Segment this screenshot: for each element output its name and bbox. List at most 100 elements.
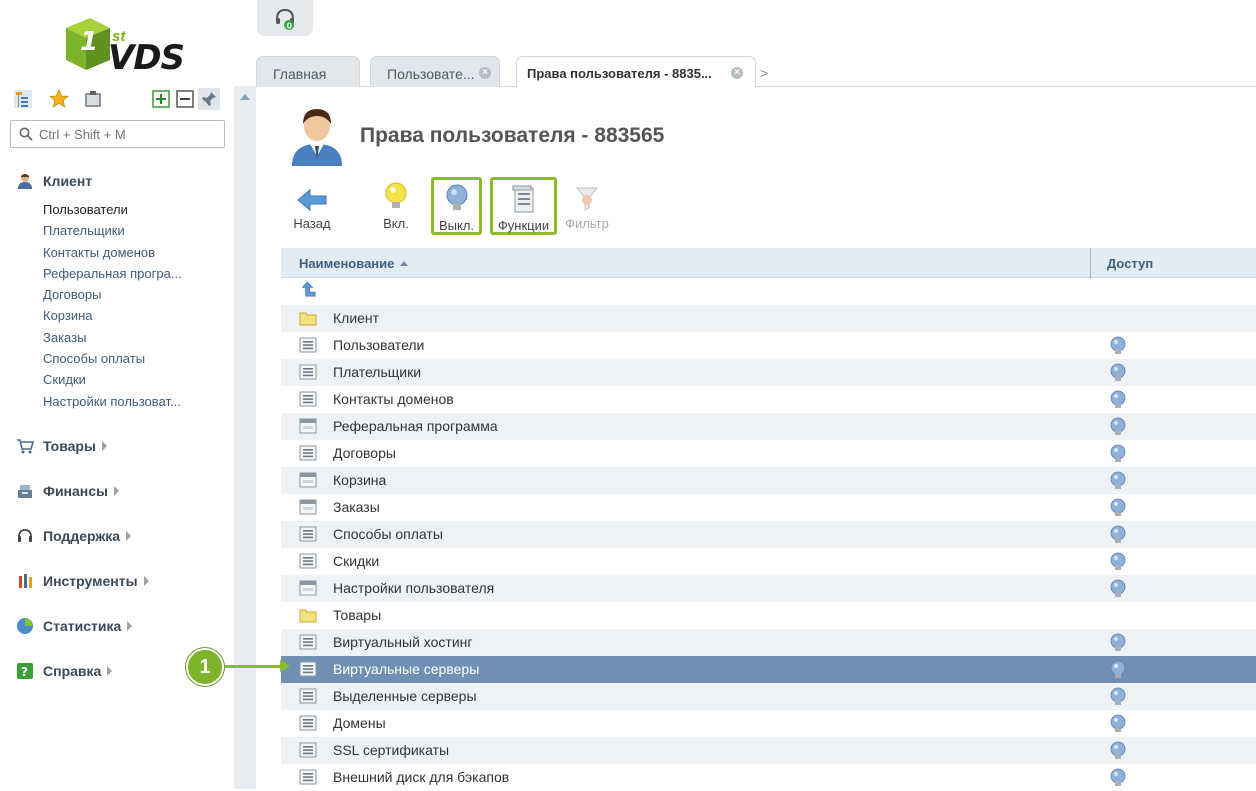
expand-all-icon[interactable] (150, 88, 172, 110)
support-button[interactable]: 0 (257, 0, 313, 36)
access-lightbulb-icon[interactable] (1109, 768, 1127, 788)
menu-search[interactable] (10, 120, 225, 148)
sort-asc-icon (400, 261, 409, 266)
user-avatar-icon (288, 104, 346, 166)
menu-section-client[interactable]: Клиент (16, 172, 92, 190)
table-row[interactable]: Плательщики (281, 359, 1256, 386)
sidebar-splitter[interactable] (234, 86, 256, 789)
table-row[interactable]: Клиент (281, 305, 1256, 332)
table-row[interactable]: Заказы (281, 494, 1256, 521)
access-lightbulb-icon[interactable] (1109, 660, 1127, 680)
collapse-all-icon[interactable] (174, 88, 196, 110)
access-lightbulb-icon[interactable] (1109, 444, 1127, 464)
tab-user-rights[interactable]: Права пользователя - 8835... × (516, 56, 756, 88)
tab-home[interactable]: Главная (256, 56, 360, 87)
rights-table: Наименование Доступ Клиент Пользователи Пл… (281, 248, 1256, 791)
table-row[interactable]: Способы оплаты (281, 521, 1256, 548)
table-row[interactable]: Домены (281, 710, 1256, 737)
table-row[interactable]: Контакты доменов (281, 386, 1256, 413)
table-row[interactable]: Договоры (281, 440, 1256, 467)
disable-button[interactable]: Выкл. (431, 177, 482, 235)
menu-item-referral[interactable]: Реферальная програ... (43, 266, 182, 281)
list-icon (299, 445, 317, 461)
access-lightbulb-icon[interactable] (1109, 417, 1127, 437)
callout-line (222, 665, 284, 668)
menu-section-tools[interactable]: Инструменты (16, 572, 149, 590)
access-lightbulb-icon[interactable] (1109, 471, 1127, 491)
menu-item-payment-methods[interactable]: Способы оплаты (43, 351, 145, 366)
table-row[interactable]: SSL сертификаты (281, 737, 1256, 764)
functions-button[interactable]: Функции (490, 177, 557, 235)
menu-section-support[interactable]: Поддержка (16, 527, 132, 545)
menu-item-orders[interactable]: Заказы (43, 330, 86, 345)
column-header-access[interactable]: Доступ (1107, 256, 1153, 271)
pin-icon[interactable] (198, 88, 220, 110)
row-name: Внешний диск для бэкапов (333, 769, 510, 785)
row-name: Товары (333, 607, 382, 623)
client-icon (16, 172, 34, 190)
menu-item-discounts[interactable]: Скидки (43, 372, 86, 387)
functions-list-icon (512, 185, 533, 213)
headset-icon: 0 (276, 8, 294, 31)
up-level-row[interactable] (281, 278, 1256, 305)
logo[interactable]: 1 st VDS (60, 12, 185, 78)
column-divider[interactable] (1090, 248, 1091, 278)
table-row[interactable]: Реферальная программа (281, 413, 1256, 440)
menu-item-payers[interactable]: Плательщики (43, 223, 125, 238)
access-lightbulb-icon[interactable] (1109, 741, 1127, 761)
table-row[interactable]: Корзина (281, 467, 1256, 494)
row-name: Реферальная программа (333, 418, 498, 434)
search-input[interactable] (39, 125, 219, 143)
close-icon[interactable]: × (479, 67, 491, 79)
svg-text:?: ? (21, 665, 28, 679)
table-row[interactable]: Внешний диск для бэкапов (281, 764, 1256, 791)
access-lightbulb-icon[interactable] (1109, 552, 1127, 572)
menu-item-users[interactable]: Пользователи (43, 202, 128, 217)
menu-section-finance[interactable]: Финансы (16, 482, 119, 500)
row-name: Способы оплаты (333, 526, 443, 542)
row-name: SSL сертификаты (333, 742, 450, 758)
access-lightbulb-icon[interactable] (1109, 363, 1127, 383)
favorites-star-icon[interactable] (48, 88, 70, 110)
table-row[interactable]: Товары (281, 602, 1256, 629)
menu-section-statistics[interactable]: Статистика (16, 617, 133, 635)
filter-button[interactable]: Фильтр (563, 178, 611, 236)
menu-section-help[interactable]: ? Справка (16, 662, 113, 680)
table-row[interactable]: Пользователи (281, 332, 1256, 359)
table-row[interactable]: Выделенные серверы (281, 683, 1256, 710)
row-name: Пользователи (333, 337, 425, 353)
table-row[interactable]: Виртуальный хостинг (281, 629, 1256, 656)
access-lightbulb-icon[interactable] (1109, 579, 1127, 599)
tab-users[interactable]: Пользовате... × (370, 56, 500, 87)
lightbulb-on-icon (385, 182, 407, 208)
menu-item-contracts[interactable]: Договоры (43, 287, 101, 302)
table-row[interactable]: Виртуальные серверы (281, 656, 1256, 683)
access-lightbulb-icon[interactable] (1109, 525, 1127, 545)
chevron-right-icon (114, 486, 119, 496)
scroll-up-icon[interactable] (240, 94, 250, 100)
access-lightbulb-icon[interactable] (1109, 714, 1127, 734)
lightbulb-off-icon (446, 184, 467, 210)
back-button[interactable]: Назад (288, 178, 336, 236)
menu-item-domain-contacts[interactable]: Контакты доменов (43, 245, 155, 260)
logo-text: VDS (108, 38, 185, 78)
row-name: Домены (333, 715, 386, 731)
row-name: Скидки (333, 553, 380, 569)
menu-item-cart[interactable]: Корзина (43, 308, 93, 323)
column-header-name[interactable]: Наименование (299, 256, 409, 271)
table-row[interactable]: Настройки пользователя (281, 575, 1256, 602)
tools-icon (16, 572, 34, 590)
clipboard-icon[interactable] (82, 88, 104, 110)
tree-view-icon[interactable] (12, 88, 34, 110)
access-lightbulb-icon[interactable] (1109, 336, 1127, 356)
close-icon[interactable]: × (731, 67, 743, 79)
access-lightbulb-icon[interactable] (1109, 633, 1127, 653)
enable-button[interactable]: Вкл. (376, 178, 416, 236)
menu-item-user-settings[interactable]: Настройки пользоват... (43, 394, 181, 409)
access-lightbulb-icon[interactable] (1109, 390, 1127, 410)
list-icon (299, 553, 317, 569)
access-lightbulb-icon[interactable] (1109, 498, 1127, 518)
access-lightbulb-icon[interactable] (1109, 687, 1127, 707)
table-row[interactable]: Скидки (281, 548, 1256, 575)
menu-section-products[interactable]: Товары (16, 437, 107, 455)
